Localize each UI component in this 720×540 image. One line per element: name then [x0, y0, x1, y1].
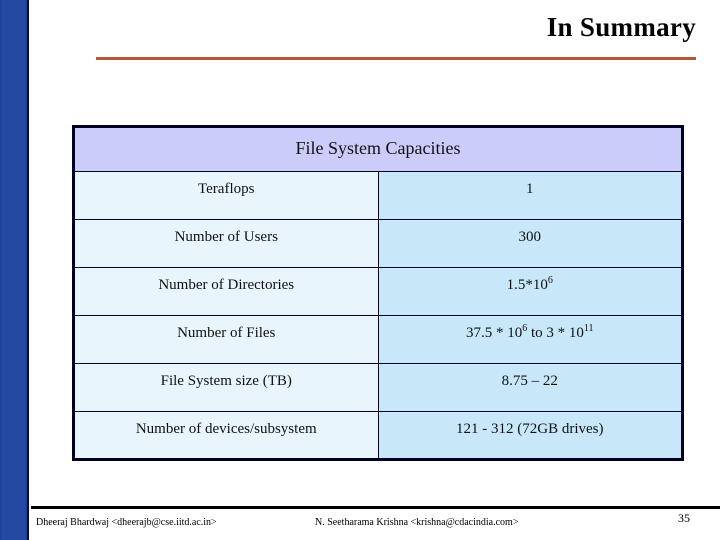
footer-divider-rule — [31, 506, 720, 509]
row-value: 121 - 312 (72GB drives) — [377, 411, 683, 460]
row-value-exponent: 6 — [547, 275, 553, 286]
row-value: 37.5 * 106 to 3 * 1011 — [377, 315, 683, 364]
row-value: 8.75 – 22 — [377, 363, 683, 412]
table-row: Number of Directories 1.5*106 — [73, 267, 683, 316]
table-row: Number of devices/subsystem 121 - 312 (7… — [73, 411, 683, 460]
footer-author-left: Dheeraj Bhardwaj <dheerajb@cse.iitd.ac.i… — [36, 517, 217, 528]
table-row: Teraflops 1 — [73, 171, 683, 220]
left-decorative-bar-inner — [2, 0, 25, 540]
row-value: 1 — [377, 171, 683, 220]
slide-canvas: In Summary File System Capacities Terafl… — [0, 0, 720, 540]
title-divider-rule — [96, 57, 696, 60]
table-caption: File System Capacities — [73, 126, 683, 172]
row-label: Number of Directories — [73, 267, 379, 316]
row-label: Number of Users — [73, 219, 379, 268]
row-label: Number of devices/subsystem — [73, 411, 379, 460]
table-row: Number of Users 300 — [73, 219, 683, 268]
row-value-mid: to 3 * 10 — [527, 325, 584, 341]
row-label: File System size (TB) — [73, 363, 379, 412]
row-value-exponent-2: 11 — [583, 323, 594, 334]
page-title: In Summary — [546, 12, 696, 42]
row-value-base: 1.5*10 — [506, 277, 548, 293]
left-decorative-bar — [0, 0, 29, 540]
table-row: Number of Files 37.5 * 106 to 3 * 1011 — [73, 315, 683, 364]
footer-author-center: N. Seetharama Krishna <krishna@cdacindia… — [315, 517, 519, 528]
row-label: Teraflops — [73, 171, 379, 220]
file-system-capacities-table: File System Capacities Teraflops 1 Numbe… — [72, 125, 684, 461]
page-number: 35 — [678, 511, 690, 525]
table-header-row: File System Capacities — [73, 126, 683, 172]
table-row: File System size (TB) 8.75 – 22 — [73, 363, 683, 412]
row-value-base: 37.5 * 10 — [465, 325, 523, 341]
row-value: 1.5*106 — [377, 267, 683, 316]
row-label: Number of Files — [73, 315, 379, 364]
row-value: 300 — [377, 219, 683, 268]
